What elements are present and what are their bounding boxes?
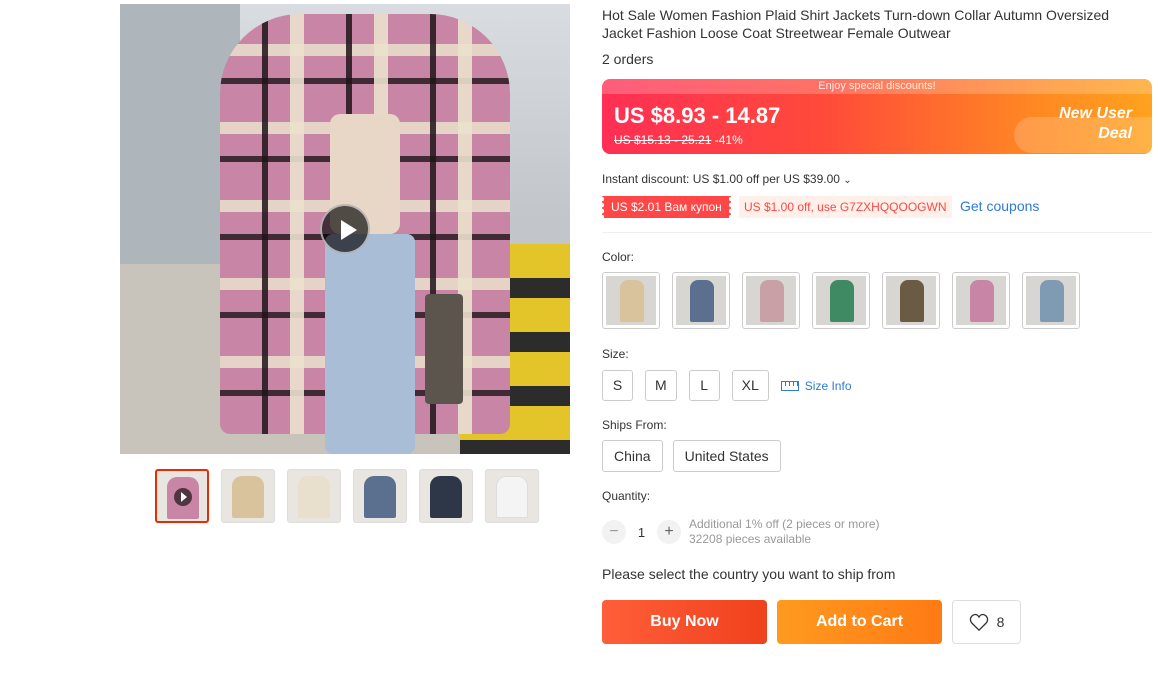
- original-price-row: US $15.13 - 25.21 -41%: [614, 133, 743, 147]
- swatch-image: [816, 276, 866, 325]
- thumbnail-4[interactable]: [353, 469, 407, 523]
- quantity-notes: Additional 1% off (2 pieces or more) 322…: [689, 517, 880, 547]
- size-option-l[interactable]: L: [688, 370, 720, 401]
- color-option-2[interactable]: [672, 272, 730, 329]
- store-coupon-badge[interactable]: US $2.01 Вам купон: [600, 196, 733, 218]
- color-option-7[interactable]: [1022, 272, 1080, 329]
- ships-from-options: China United States: [602, 440, 781, 472]
- size-option-s[interactable]: S: [602, 370, 633, 401]
- quantity-decrease-button[interactable]: −: [602, 520, 626, 544]
- price-banner: Enjoy special discounts! US $8.93 - 14.8…: [602, 79, 1152, 154]
- swatch-image: [606, 276, 656, 325]
- color-option-1[interactable]: [602, 272, 660, 329]
- thumbnail-2[interactable]: [221, 469, 275, 523]
- divider: [602, 232, 1152, 233]
- swatch-image: [886, 276, 936, 325]
- thumbnail-1-video[interactable]: [155, 469, 209, 523]
- swatch-image: [1026, 276, 1076, 325]
- quantity-label: Quantity:: [602, 489, 651, 503]
- ships-from-china[interactable]: China: [602, 440, 663, 472]
- orders-count: 2 orders: [602, 51, 654, 67]
- quantity-stepper: − 1 + Additional 1% off (2 pieces or mor…: [602, 517, 880, 547]
- swatch-image: [746, 276, 796, 325]
- bulk-discount-note: Additional 1% off (2 pieces or more): [689, 517, 880, 531]
- wishlist-button[interactable]: 8: [952, 600, 1021, 644]
- current-price: US $8.93 - 14.87: [614, 103, 781, 128]
- shipping-prompt: Please select the country you want to sh…: [602, 566, 896, 582]
- ships-from-label: Ships From:: [602, 418, 667, 432]
- instant-discount[interactable]: Instant discount: US $1.00 off per US $3…: [602, 172, 852, 186]
- color-option-6[interactable]: [952, 272, 1010, 329]
- product-title: Hot Sale Women Fashion Plaid Shirt Jacke…: [602, 7, 1110, 41]
- size-option-xl[interactable]: XL: [731, 370, 769, 401]
- stock-available: 32208 pieces available: [689, 532, 812, 546]
- thumbnail-play-icon: [174, 488, 192, 506]
- promo-code-badge: US $1.00 off, use G7ZXHQQOOGWN: [739, 196, 952, 218]
- ships-from-united-states[interactable]: United States: [672, 440, 781, 472]
- discount-percent: -41%: [714, 133, 743, 147]
- color-label: Color:: [602, 250, 635, 264]
- quantity-increase-button[interactable]: +: [657, 520, 681, 544]
- instant-discount-text: Instant discount: US $1.00 off per US $3…: [602, 172, 840, 186]
- buy-now-button[interactable]: Buy Now: [602, 600, 767, 644]
- swatch-image: [956, 276, 1006, 325]
- thumbnail-strip: [155, 469, 539, 523]
- size-options: S M L XL Size Info: [602, 370, 852, 401]
- main-product-image[interactable]: [120, 4, 570, 454]
- thumbnail-image: [298, 476, 330, 518]
- size-info-link[interactable]: Size Info: [780, 378, 852, 393]
- heart-icon: [969, 613, 988, 631]
- thumbnail-image: [364, 476, 396, 518]
- add-to-cart-button[interactable]: Add to Cart: [777, 600, 942, 644]
- thumbnail-image: [430, 476, 462, 518]
- new-user-deal-text: New User Deal: [1059, 104, 1132, 144]
- swatch-image: [676, 276, 726, 325]
- size-label: Size:: [602, 347, 629, 361]
- thumbnail-3[interactable]: [287, 469, 341, 523]
- deal-line-1: New User: [1059, 105, 1132, 122]
- size-option-m[interactable]: M: [645, 370, 677, 401]
- chevron-down-icon: ⌄: [843, 175, 852, 186]
- thumbnail-image: [232, 476, 264, 518]
- jeans-figure: [325, 234, 415, 454]
- ruler-icon: [780, 380, 799, 391]
- size-info-label: Size Info: [804, 378, 852, 393]
- color-options: [602, 272, 1080, 329]
- color-option-4[interactable]: [812, 272, 870, 329]
- thumbnail-image: [496, 476, 528, 518]
- wishlist-count: 8: [996, 614, 1005, 630]
- handbag-figure: [425, 294, 463, 404]
- color-option-3[interactable]: [742, 272, 800, 329]
- deal-line-2: Deal: [1098, 125, 1132, 142]
- thumbnail-6-size-chart[interactable]: [485, 469, 539, 523]
- original-price: US $15.13 - 25.21: [614, 133, 712, 147]
- get-coupons-link[interactable]: Get coupons: [960, 198, 1039, 214]
- quantity-value[interactable]: 1: [626, 525, 657, 540]
- color-option-5[interactable]: [882, 272, 940, 329]
- video-play-icon[interactable]: [320, 204, 370, 254]
- thumbnail-5[interactable]: [419, 469, 473, 523]
- discount-banner-text: Enjoy special discounts!: [602, 79, 1152, 94]
